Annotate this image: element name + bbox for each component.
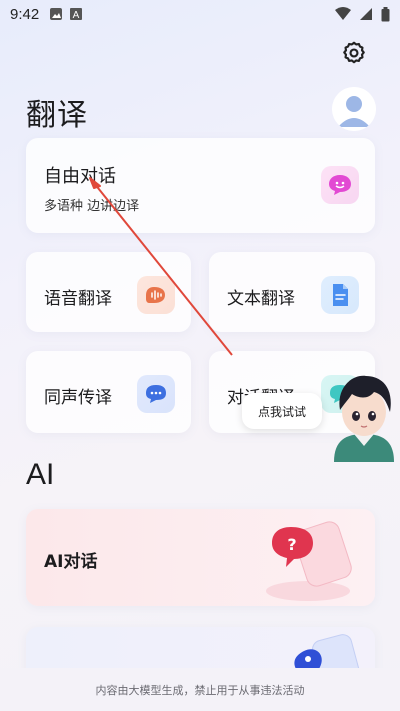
simultaneous-interpretation-card[interactable]: 同声传译: [26, 351, 191, 433]
ai-chat-icon: ?: [266, 521, 352, 601]
settings-button[interactable]: [341, 40, 367, 66]
image-icon: [50, 8, 63, 20]
status-bar: 9:42 A: [0, 0, 400, 28]
bottom-bar: 内容由大模型生成，禁止用于从事违法活动: [0, 668, 400, 711]
page-title: 翻译: [26, 98, 88, 133]
ai-chat-card[interactable]: AI对话 ?: [26, 509, 375, 606]
chat-bubble-pink-icon: [321, 166, 359, 204]
a-icon: A: [70, 8, 83, 21]
mascot-character-icon: [334, 375, 394, 462]
try-me-tooltip[interactable]: 点我试试: [242, 393, 322, 429]
status-icons-right: [335, 6, 390, 22]
simultaneous-interpretation-title: 同声传译: [44, 388, 112, 408]
waveform-icon: [137, 276, 175, 314]
status-icons-left: A: [49, 7, 83, 21]
free-dialog-title: 自由对话: [44, 166, 116, 187]
wifi-icon: [335, 7, 351, 20]
signal-icon: [360, 8, 372, 20]
text-translate-card[interactable]: 文本翻译: [209, 252, 375, 332]
free-dialog-subtitle: 多语种 边讲边译: [44, 199, 140, 214]
gear-icon: [343, 41, 365, 64]
voice-translate-title: 语音翻译: [44, 289, 112, 309]
user-avatar-icon: [332, 87, 376, 131]
free-dialog-card[interactable]: 自由对话 多语种 边讲边译: [26, 138, 375, 233]
svg-text:?: ?: [287, 535, 296, 554]
svg-text:A: A: [73, 10, 80, 21]
battery-icon: [381, 6, 390, 21]
voice-translate-card[interactable]: 语音翻译: [26, 252, 191, 332]
ai-section-title: AI: [26, 458, 55, 491]
ai-chat-title: AI对话: [44, 552, 98, 572]
mascot-character[interactable]: [328, 370, 400, 462]
text-translate-title: 文本翻译: [227, 289, 295, 309]
document-icon: [321, 276, 359, 314]
status-time: 9:42: [10, 5, 40, 23]
footer-note: 内容由大模型生成，禁止用于从事违法活动: [95, 683, 305, 697]
speech-bubble-blue-icon: [137, 375, 175, 413]
user-avatar[interactable]: [332, 87, 376, 131]
